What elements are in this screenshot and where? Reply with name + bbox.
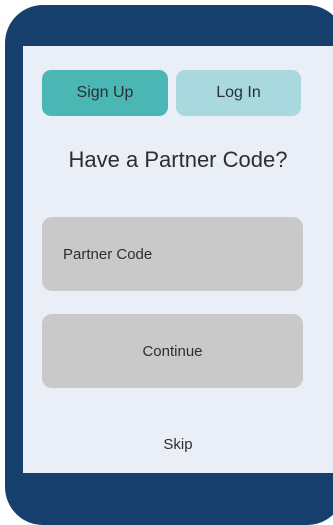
app-screen: Sign Up Log In Have a Partner Code? Cont… [23, 46, 333, 473]
sign-up-tab[interactable]: Sign Up [42, 70, 168, 116]
page-title: Have a Partner Code? [68, 147, 288, 172]
log-in-tab[interactable]: Log In [176, 70, 301, 116]
continue-button[interactable]: Continue [42, 314, 303, 388]
partner-code-field[interactable] [42, 217, 303, 291]
phone-frame: Sign Up Log In Have a Partner Code? Cont… [0, 0, 333, 525]
partner-code-input[interactable] [61, 244, 285, 264]
skip-link[interactable]: Skip [23, 436, 333, 453]
